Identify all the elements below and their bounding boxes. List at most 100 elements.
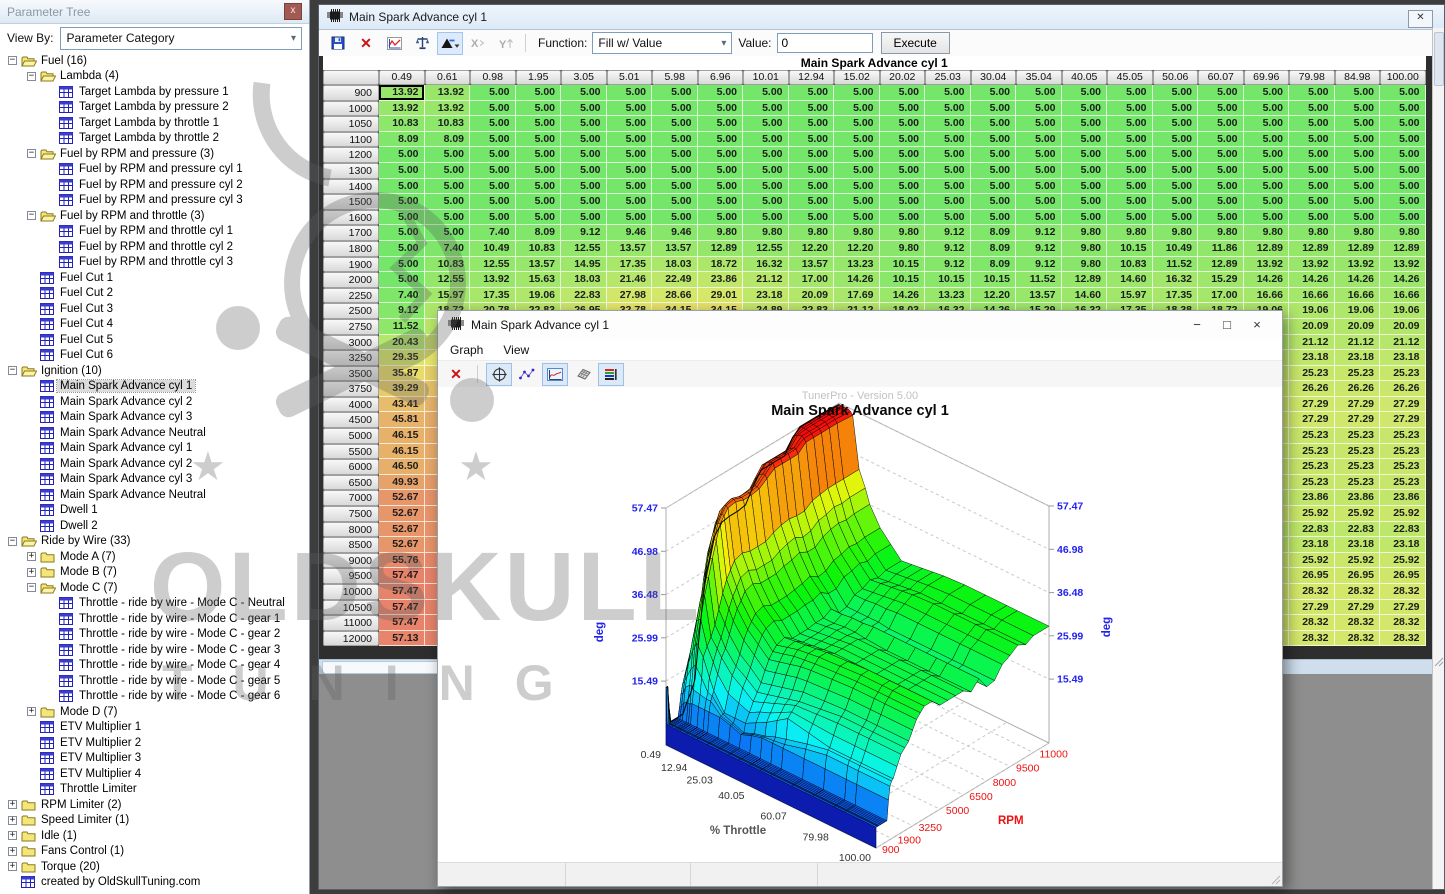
map-cell[interactable]: 5.00 — [971, 147, 1017, 163]
map-cell[interactable]: 9.80 — [1107, 225, 1153, 241]
row-header[interactable]: 6500 — [323, 475, 379, 491]
map-cell[interactable]: 5.00 — [971, 101, 1017, 117]
map-cell[interactable]: 5.00 — [1335, 101, 1381, 117]
collapse-icon[interactable]: − — [27, 149, 36, 158]
map-cell[interactable]: 23.86 — [1289, 490, 1335, 506]
map-cell[interactable]: 13.92 — [1335, 257, 1381, 273]
map-cell[interactable]: 5.00 — [834, 163, 880, 179]
map-cell[interactable]: 10.49 — [1153, 241, 1199, 257]
map-cell[interactable]: 5.00 — [698, 101, 744, 117]
map-cell[interactable]: 13.57 — [789, 257, 835, 273]
map-cell[interactable]: 5.00 — [561, 85, 607, 101]
map-cell[interactable]: 27.29 — [1335, 397, 1381, 413]
map-cell[interactable]: 25.23 — [1335, 444, 1381, 460]
map-cell[interactable]: 5.00 — [470, 194, 516, 210]
close-icon[interactable]: x — [284, 3, 302, 20]
map-cell[interactable]: 5.00 — [1244, 101, 1290, 117]
map-cell[interactable]: 5.00 — [971, 210, 1017, 226]
map-cell[interactable]: 5.00 — [1062, 147, 1108, 163]
map-cell[interactable]: 12.55 — [470, 257, 516, 273]
map-cell[interactable]: 14.60 — [1107, 272, 1153, 288]
map-cell[interactable]: 18.03 — [561, 272, 607, 288]
map-cell[interactable]: 9.80 — [1244, 225, 1290, 241]
map-cell[interactable]: 28.32 — [1335, 631, 1381, 647]
map-cell[interactable]: 5.00 — [379, 194, 425, 210]
map-cell[interactable]: 5.00 — [1244, 163, 1290, 179]
tree-item[interactable]: −Fuel by RPM and pressure (3) — [0, 146, 309, 162]
map-cell[interactable]: 35.87 — [379, 366, 425, 382]
map-cell[interactable]: 27.29 — [1289, 600, 1335, 616]
tree-item[interactable]: −Fuel by RPM and throttle (3) — [0, 208, 309, 224]
row-header[interactable]: 8500 — [323, 537, 379, 553]
map-cell[interactable]: 5.00 — [743, 116, 789, 132]
map-cell[interactable]: 5.00 — [1062, 101, 1108, 117]
map-cell[interactable]: 5.00 — [698, 147, 744, 163]
map-cell[interactable]: 5.00 — [971, 179, 1017, 195]
map-cell[interactable]: 5.00 — [1153, 116, 1199, 132]
tree-item[interactable]: +Fans Control (1) — [0, 844, 309, 860]
map-cell[interactable]: 28.32 — [1380, 631, 1426, 647]
map-cell[interactable]: 5.00 — [379, 210, 425, 226]
map-cell[interactable]: 55.76 — [379, 553, 425, 569]
col-header[interactable]: 45.05 — [1107, 70, 1153, 85]
map-cell[interactable]: 5.00 — [516, 132, 562, 148]
map-cell[interactable]: 5.00 — [1289, 85, 1335, 101]
map-cell[interactable]: 5.00 — [834, 210, 880, 226]
map-cell[interactable]: 5.00 — [607, 194, 653, 210]
map-cell[interactable]: 5.00 — [561, 163, 607, 179]
map-cell[interactable]: 5.00 — [1335, 194, 1381, 210]
map-cell[interactable]: 5.00 — [561, 147, 607, 163]
map-cell[interactable]: 5.00 — [1335, 132, 1381, 148]
map-cell[interactable]: 5.00 — [379, 257, 425, 273]
map-cell[interactable]: 8.09 — [971, 257, 1017, 273]
map-cell[interactable]: 5.00 — [1380, 116, 1426, 132]
table-window-titlebar[interactable]: Main Spark Advance cyl 1 — [319, 5, 1444, 30]
row-header[interactable]: 2250 — [323, 288, 379, 304]
tree-item[interactable]: ETV Multiplier 3 — [0, 751, 309, 767]
map-cell[interactable]: 10.15 — [1107, 241, 1153, 257]
map-cell[interactable]: 25.23 — [1335, 475, 1381, 491]
map-cell[interactable]: 28.32 — [1289, 631, 1335, 647]
col-header[interactable]: 5.01 — [607, 70, 653, 85]
map-cell[interactable]: 5.00 — [1289, 116, 1335, 132]
map-cell[interactable]: 43.41 — [379, 397, 425, 413]
map-cell[interactable]: 29.01 — [698, 288, 744, 304]
map-cell[interactable]: 27.29 — [1380, 397, 1426, 413]
row-header[interactable]: 1900 — [323, 257, 379, 273]
map-cell[interactable]: 27.29 — [1289, 397, 1335, 413]
map-cell[interactable]: 9.80 — [1062, 225, 1108, 241]
map-cell[interactable]: 46.15 — [379, 428, 425, 444]
map-cell[interactable]: 5.00 — [880, 194, 926, 210]
points-icon[interactable] — [514, 363, 540, 386]
tree-item[interactable]: −Ride by Wire (33) — [0, 534, 309, 550]
map-cell[interactable]: 5.00 — [971, 116, 1017, 132]
map-cell[interactable]: 5.00 — [652, 85, 698, 101]
col-header[interactable]: 6.96 — [698, 70, 744, 85]
map-cell[interactable]: 5.00 — [1289, 101, 1335, 117]
col-header[interactable]: 20.02 — [880, 70, 926, 85]
map-cell[interactable]: 5.00 — [379, 147, 425, 163]
tree-item[interactable]: Target Lambda by throttle 1 — [0, 115, 309, 131]
tree-item[interactable]: Target Lambda by throttle 2 — [0, 131, 309, 147]
map-cell[interactable]: 25.92 — [1380, 506, 1426, 522]
tree-item[interactable]: −Lambda (4) — [0, 69, 309, 85]
map-cell[interactable]: 57.47 — [379, 568, 425, 584]
map-cell[interactable]: 9.80 — [698, 225, 744, 241]
map-cell[interactable]: 21.12 — [1380, 335, 1426, 351]
map-cell[interactable]: 28.32 — [1289, 615, 1335, 631]
tree-item[interactable]: Target Lambda by pressure 2 — [0, 100, 309, 116]
col-header[interactable]: 1.95 — [516, 70, 562, 85]
map-cell[interactable]: 16.66 — [1289, 288, 1335, 304]
tree-item[interactable]: +Mode D (7) — [0, 704, 309, 720]
map-cell[interactable]: 9.80 — [1153, 225, 1199, 241]
map-cell[interactable]: 20.43 — [379, 335, 425, 351]
map-cell[interactable]: 26.26 — [1380, 381, 1426, 397]
row-header[interactable]: 1600 — [323, 210, 379, 226]
map-cell[interactable]: 5.00 — [698, 132, 744, 148]
map-cell[interactable]: 9.80 — [1289, 225, 1335, 241]
map-cell[interactable]: 11.52 — [1153, 257, 1199, 273]
map-cell[interactable]: 5.00 — [1244, 194, 1290, 210]
map-cell[interactable]: 9.80 — [1198, 225, 1244, 241]
map-cell[interactable]: 5.00 — [1380, 132, 1426, 148]
map-cell[interactable]: 5.00 — [425, 210, 471, 226]
